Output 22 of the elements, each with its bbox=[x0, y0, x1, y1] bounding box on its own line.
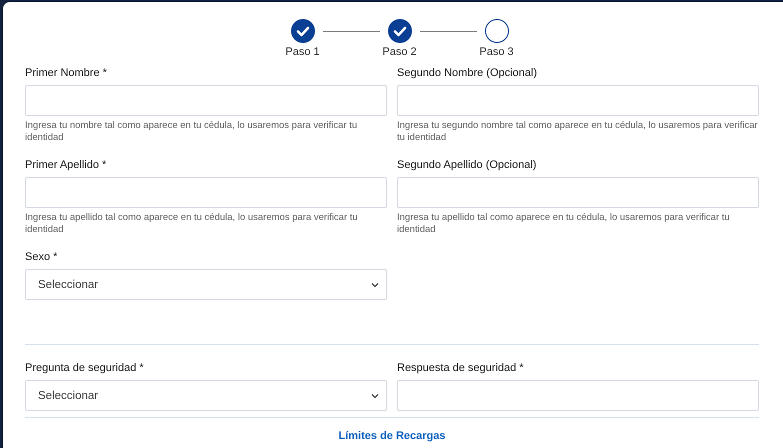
field-label: Segundo Nombre (Opcional) bbox=[397, 67, 538, 79]
field-label: Pregunta de seguridad * bbox=[25, 362, 145, 374]
help-text: Ingresa tu segundo nombre tal como aparece en tu cédula, lo usaremos para verificar tu identidad bbox=[397, 120, 759, 144]
input-field[interactable] bbox=[25, 177, 387, 208]
field-label: Segundo Apellido (Opcional) bbox=[397, 159, 538, 171]
field-label: Primer Nombre * bbox=[25, 67, 108, 79]
input-field[interactable] bbox=[397, 177, 759, 208]
input-field[interactable] bbox=[397, 380, 759, 411]
help-text: Ingresa tu nombre tal como aparece en tu cédula, lo usaremos para verificar tu identidad bbox=[25, 120, 358, 144]
select-field[interactable]: Seleccionar bbox=[25, 380, 387, 411]
field-label: Primer Apellido * bbox=[25, 159, 108, 171]
input-field[interactable] bbox=[25, 85, 387, 116]
input-field[interactable] bbox=[397, 85, 759, 116]
field-label: Sexo * bbox=[25, 251, 58, 263]
help-text: Ingresa tu apellido tal como aparece en tu cédula, lo usaremos para verificar tu identidad bbox=[397, 212, 731, 236]
recharge-limits-link[interactable]: Límites de Recargas bbox=[25, 430, 759, 442]
select-field[interactable]: Seleccionar bbox=[25, 269, 387, 300]
step-label: Paso 2 bbox=[382, 46, 417, 58]
help-text: Ingresa tu apellido tal como aparece en tu cédula, lo usaremos para verificar tu identidad bbox=[25, 212, 359, 236]
step-label: Paso 3 bbox=[479, 46, 514, 58]
field-label: Respuesta de seguridad * bbox=[397, 362, 525, 374]
step-label: Paso 1 bbox=[285, 46, 320, 58]
